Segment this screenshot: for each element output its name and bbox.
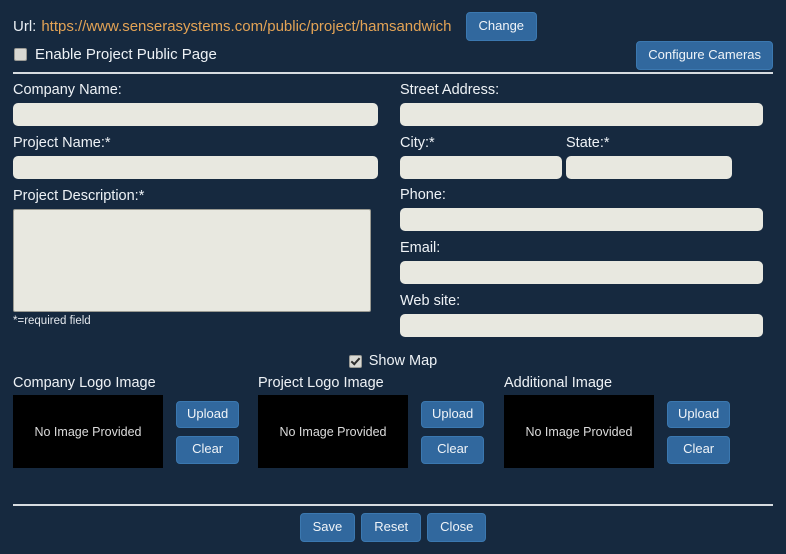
city-label: City:* (400, 135, 435, 151)
save-button[interactable]: Save (299, 513, 356, 543)
additional-image-clear-button[interactable]: Clear (667, 436, 731, 464)
project-description-textarea[interactable] (13, 209, 371, 312)
enable-public-page-label: Enable Project Public Page (35, 46, 217, 63)
state-label: State:* (566, 135, 610, 151)
city-input[interactable] (400, 156, 562, 179)
company-logo-image-buttons: Upload Clear (176, 395, 240, 464)
footer-buttons: Save Reset Close (0, 513, 786, 543)
company-logo-clear-button[interactable]: Clear (176, 436, 240, 464)
enable-public-page-row: Enable Project Public Page (14, 46, 217, 63)
additional-image-title: Additional Image (504, 375, 613, 391)
state-field-group: State:* (566, 135, 732, 179)
city-state-row: City:* State:* (400, 135, 763, 179)
company-logo-image-body: No Image Provided Upload Clear (13, 395, 240, 468)
phone-label: Phone: (400, 187, 446, 203)
project-logo-image-preview: No Image Provided (258, 395, 408, 468)
show-map-row: Show Map (0, 353, 786, 369)
additional-image-preview: No Image Provided (504, 395, 654, 468)
required-field-note: *=required field (13, 315, 91, 327)
state-input[interactable] (566, 156, 732, 179)
additional-image-section: Additional Image No Image Provided Uploa… (504, 374, 731, 468)
website-input[interactable] (400, 314, 763, 337)
show-map-label: Show Map (368, 353, 438, 369)
close-button[interactable]: Close (427, 513, 487, 543)
additional-image-buttons: Upload Clear (667, 395, 731, 464)
street-address-input[interactable] (400, 103, 763, 126)
project-description-label: Project Description:* (13, 188, 145, 204)
city-field-group: City:* (400, 135, 562, 179)
project-logo-image-body: No Image Provided Upload Clear (258, 395, 485, 468)
configure-cameras-button[interactable]: Configure Cameras (636, 41, 773, 71)
page-header: Url: https://www.senserasystems.com/publ… (0, 0, 786, 74)
enable-public-page-checkbox[interactable] (14, 48, 27, 61)
project-name-input[interactable] (13, 156, 378, 179)
company-logo-image-title: Company Logo Image (13, 375, 156, 391)
image-sections: Company Logo Image No Image Provided Upl… (0, 374, 786, 474)
reset-button[interactable]: Reset (361, 513, 422, 543)
additional-image-body: No Image Provided Upload Clear (504, 395, 731, 468)
header-divider (13, 72, 773, 74)
public-page-url: https://www.senserasystems.com/public/pr… (41, 18, 452, 36)
change-url-button[interactable]: Change (465, 12, 538, 42)
form-column-right: Street Address: City:* State:* Phone: Em… (400, 82, 763, 337)
form-column-left: Company Name: Project Name:* Project Des… (13, 82, 378, 327)
company-logo-upload-button[interactable]: Upload (176, 401, 240, 429)
project-logo-upload-button[interactable]: Upload (421, 401, 485, 429)
phone-input[interactable] (400, 208, 763, 231)
project-logo-image-buttons: Upload Clear (421, 395, 485, 464)
email-input[interactable] (400, 261, 763, 284)
company-logo-image-preview: No Image Provided (13, 395, 163, 468)
additional-image-upload-button[interactable]: Upload (667, 401, 731, 429)
show-map-checkbox[interactable] (348, 354, 362, 368)
website-label: Web site: (400, 293, 461, 309)
street-address-label: Street Address: (400, 82, 500, 98)
company-name-input[interactable] (13, 103, 378, 126)
url-label: Url: (13, 18, 37, 36)
company-name-label: Company Name: (13, 82, 122, 98)
url-row: Url: https://www.senserasystems.com/publ… (13, 12, 538, 42)
project-name-label: Project Name:* (13, 135, 111, 151)
project-logo-image-section: Project Logo Image No Image Provided Upl… (258, 374, 485, 468)
footer-divider (13, 504, 773, 506)
email-label: Email: (400, 240, 441, 256)
project-logo-clear-button[interactable]: Clear (421, 436, 485, 464)
project-logo-image-title: Project Logo Image (258, 375, 384, 391)
company-logo-image-section: Company Logo Image No Image Provided Upl… (13, 374, 240, 468)
